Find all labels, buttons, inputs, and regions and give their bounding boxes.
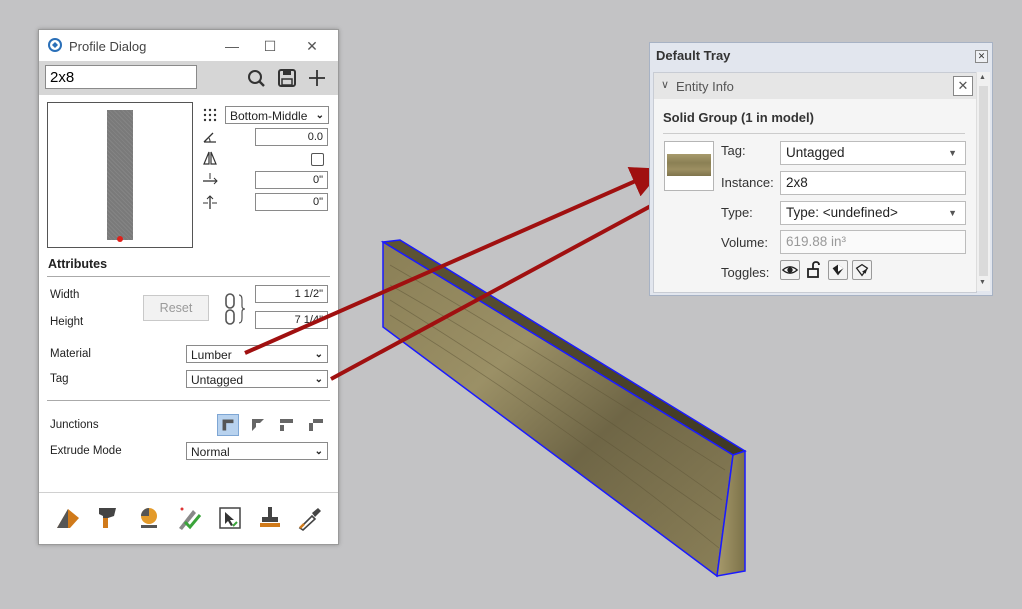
anchor-select-value: Bottom-Middle [230,109,308,123]
entity-info-panel: ∨ Entity Info ✕ Solid Group (1 in model)… [653,72,977,293]
extrude-tool-icon[interactable] [54,504,82,532]
rotation-angle-icon [203,132,216,143]
chevron-down-icon: ⌄ [314,349,323,360]
offset-y-field[interactable]: 0" [255,193,328,211]
wood-texture [667,154,711,176]
material-select-value: Lumber [191,348,232,362]
paint-tool-icon[interactable] [94,504,122,532]
profile-shape [107,110,133,240]
junction-offset-icon[interactable] [305,414,327,436]
junction-butt-icon[interactable] [217,414,239,436]
volume-field: 619.88 in³ [780,230,966,254]
junctions-label: Junctions [50,419,99,431]
scroll-down-icon[interactable]: ▼ [979,279,986,286]
chevron-down-icon: ⌄ [314,446,323,457]
tag-select-value: Untagged [191,373,244,387]
material-select[interactable]: Lumber ⌄ [186,345,328,363]
type-dropdown-value: Type: <undefined> [786,205,898,220]
visibility-eye-icon[interactable] [780,260,800,280]
receive-shadows-icon[interactable] [828,260,848,280]
material-swatch[interactable] [664,141,714,191]
maximize-button[interactable]: ☐ [250,34,290,58]
profile-preview [47,102,193,248]
chevron-down-icon: ⌄ [314,374,323,385]
collapse-chevron-icon[interactable]: ∨ [661,78,669,91]
eyedropper-tool-icon[interactable] [296,504,324,532]
tag-label: Tag [50,373,69,385]
instance-label: Instance: [721,175,774,190]
anchor-select[interactable]: Bottom-Middle ⌄ [225,106,329,124]
mirror-icon [203,151,217,165]
anchor-point [117,236,123,242]
close-button[interactable]: ✕ [292,34,332,58]
dropdown-arrow-icon: ▼ [948,208,957,218]
junction-miter-icon[interactable] [247,414,269,436]
attributes-title: Attributes [48,257,108,271]
add-icon[interactable] [306,67,328,89]
profile-name-input[interactable] [45,65,197,89]
extrude-mode-select[interactable]: Normal ⌄ [186,442,328,460]
tag-dropdown-value: Untagged [786,145,845,160]
link-dimensions-icon[interactable] [223,292,247,326]
instance-field[interactable]: 2x8 [780,171,966,195]
panel-close-button[interactable]: ✕ [953,76,973,96]
type-label: Type: [721,205,753,220]
tag-select[interactable]: Untagged ⌄ [186,370,328,388]
scroll-up-icon[interactable]: ▲ [979,74,986,81]
entity-info-title: Entity Info [676,79,734,94]
height-label: Height [50,316,84,328]
offset-horizontal-icon [203,173,218,185]
tray-close-button[interactable]: ✕ [975,50,988,63]
offset-vertical-icon [203,195,217,209]
type-dropdown[interactable]: Type: <undefined> ▼ [780,201,966,225]
tag-label: Tag: [721,143,746,158]
validate-tool-icon[interactable] [175,504,203,532]
tray-title: Default Tray [656,48,731,63]
dialog-titlebar: Profile Dialog — ☐ ✕ [39,30,338,61]
extrude-mode-value: Normal [191,445,230,459]
dropdown-arrow-icon: ▼ [948,148,957,158]
entity-info-header[interactable]: ∨ Entity Info [654,73,976,99]
extrude-mode-label: Extrude Mode [50,445,122,457]
toggles-label: Toggles: [721,265,770,280]
offset-x-field[interactable]: 0" [255,171,328,189]
dialog-title: Profile Dialog [69,39,147,54]
tray-scrollbar[interactable]: ▲ ▼ [976,72,990,291]
cast-shadows-icon[interactable] [852,260,872,280]
junctions-divider [47,400,330,401]
lock-icon[interactable] [804,260,824,280]
scroll-thumb[interactable] [979,86,988,276]
chevron-down-icon: ⌄ [315,110,324,121]
profile-dialog: Profile Dialog — ☐ ✕ Bottom-Middle ⌄ [38,29,339,545]
width-field[interactable]: 1 1/2" [255,285,328,303]
mirror-checkbox[interactable] [311,153,324,166]
material-label: Material [50,348,91,360]
reset-button[interactable]: Reset [143,295,209,321]
material-tool-icon[interactable] [135,504,163,532]
width-label: Width [50,289,80,301]
search-icon[interactable] [245,67,267,89]
entity-divider [663,133,965,134]
select-edit-tool-icon[interactable] [216,504,244,532]
minimize-button[interactable]: — [212,34,252,58]
rotation-field[interactable]: 0.0 [255,128,328,146]
save-icon[interactable] [276,67,298,89]
entity-subtitle: Solid Group (1 in model) [663,110,814,125]
default-tray: Default Tray ✕ ∨ Entity Info ✕ Solid Gro… [649,42,993,296]
junction-overlap-icon[interactable] [276,414,298,436]
attributes-divider [47,276,330,277]
stamp-tool-icon[interactable] [256,504,284,532]
tag-dropdown[interactable]: Untagged ▼ [780,141,966,165]
sketchup-logo-icon [48,38,62,52]
height-field[interactable]: 7 1/4" [255,311,328,329]
anchor-grid-icon [203,108,217,122]
dialog-toolbar [39,61,338,95]
volume-label: Volume: [721,235,768,250]
